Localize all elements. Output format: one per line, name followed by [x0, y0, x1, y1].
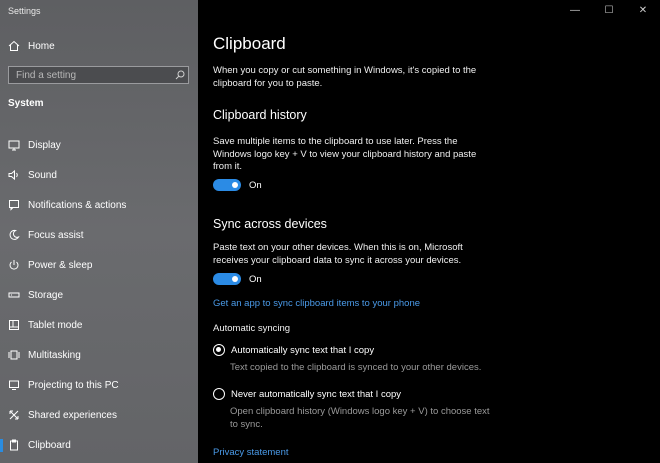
- sidebar-item-label: Display: [28, 139, 61, 151]
- privacy-statement-link[interactable]: Privacy statement: [213, 447, 289, 458]
- clipboard-icon: [0, 439, 28, 451]
- toggle-switch[interactable]: [213, 179, 241, 191]
- minimize-button[interactable]: —: [558, 0, 592, 20]
- sidebar-item-shared-experiences[interactable]: Shared experiences: [0, 400, 198, 430]
- sidebar-item-label: Tablet mode: [28, 319, 83, 331]
- sidebar-item-focus-assist[interactable]: Focus assist: [0, 220, 198, 250]
- sidebar-item-label: Focus assist: [28, 229, 84, 241]
- sidebar-item-clipboard[interactable]: Clipboard: [0, 430, 198, 460]
- main-content: — ☐ ✕ Clipboard When you copy or cut som…: [198, 0, 660, 463]
- radio-description: Text copied to the clipboard is synced t…: [230, 362, 482, 373]
- sidebar-item-notifications[interactable]: Notifications & actions: [0, 190, 198, 220]
- automatic-syncing-label: Automatic syncing: [213, 323, 291, 334]
- clipboard-history-heading: Clipboard history: [213, 108, 307, 122]
- projecting-icon: [0, 379, 28, 391]
- radio-label: Never automatically sync text that I cop…: [231, 388, 402, 400]
- sidebar-item-label: Clipboard: [28, 439, 71, 451]
- intro-text: When you copy or cut something in Window…: [213, 65, 477, 89]
- multitasking-icon: [0, 349, 28, 361]
- clipboard-history-toggle[interactable]: On: [213, 179, 262, 191]
- shared-experiences-icon: [0, 409, 28, 421]
- radio-button[interactable]: [213, 344, 225, 356]
- sidebar-item-projecting[interactable]: Projecting to this PC: [0, 370, 198, 400]
- sidebar-item-label: Multitasking: [28, 349, 81, 361]
- radio-auto-sync[interactable]: Automatically sync text that I copy: [213, 344, 374, 356]
- maximize-button[interactable]: ☐: [592, 0, 626, 20]
- sidebar-item-storage[interactable]: Storage: [0, 280, 198, 310]
- sync-heading: Sync across devices: [213, 217, 327, 231]
- home-icon: [0, 40, 28, 52]
- window-title: Settings: [8, 6, 41, 16]
- page-title: Clipboard: [213, 34, 286, 53]
- get-app-link[interactable]: Get an app to sync clipboard items to yo…: [213, 298, 420, 309]
- radio-label: Automatically sync text that I copy: [231, 344, 375, 356]
- storage-icon: [0, 289, 28, 301]
- radio-description: Open clipboard history (Windows logo key…: [230, 406, 490, 430]
- search-placeholder: Find a setting: [16, 69, 77, 81]
- search-input[interactable]: Find a setting: [8, 66, 189, 84]
- sidebar-item-label: Storage: [28, 289, 64, 301]
- focus-assist-icon: [0, 229, 28, 241]
- notifications-icon: [0, 199, 28, 211]
- radio-button[interactable]: [213, 388, 225, 400]
- clipboard-history-description: Save multiple items to the clipboard to …: [213, 136, 477, 172]
- display-icon: [0, 139, 28, 151]
- radio-never-sync[interactable]: Never automatically sync text that I cop…: [213, 388, 401, 400]
- sidebar: Settings Home Find a setting System Disp…: [0, 0, 198, 463]
- search-icon[interactable]: [172, 70, 188, 80]
- window-controls: — ☐ ✕: [558, 0, 660, 20]
- toggle-switch[interactable]: [213, 273, 241, 285]
- sidebar-item-label: Power & sleep: [28, 259, 93, 271]
- close-button[interactable]: ✕: [626, 0, 660, 20]
- sidebar-item-home[interactable]: Home: [0, 37, 198, 55]
- sidebar-item-label: Sound: [28, 169, 57, 181]
- toggle-state-label: On: [249, 273, 262, 285]
- sidebar-item-multitasking[interactable]: Multitasking: [0, 340, 198, 370]
- sidebar-item-label: Projecting to this PC: [28, 379, 119, 391]
- tablet-mode-icon: [0, 319, 28, 331]
- sync-description: Paste text on your other devices. When t…: [213, 242, 463, 266]
- sidebar-item-sound[interactable]: Sound: [0, 160, 198, 190]
- toggle-state-label: On: [249, 179, 262, 191]
- home-label: Home: [28, 40, 55, 52]
- sidebar-item-label: Shared experiences: [28, 409, 117, 421]
- sound-icon: [0, 169, 28, 181]
- sidebar-item-label: Notifications & actions: [28, 199, 127, 211]
- sync-toggle[interactable]: On: [213, 273, 262, 285]
- power-icon: [0, 259, 28, 271]
- sidebar-item-tablet-mode[interactable]: Tablet mode: [0, 310, 198, 340]
- section-heading: System: [8, 98, 44, 109]
- sidebar-item-power-sleep[interactable]: Power & sleep: [0, 250, 198, 280]
- sidebar-nav: Display Sound Notifications & actions Fo…: [0, 130, 198, 460]
- sidebar-item-display[interactable]: Display: [0, 130, 198, 160]
